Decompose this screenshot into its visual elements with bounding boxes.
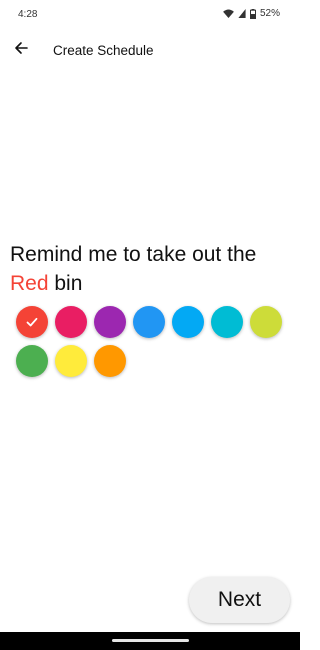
wifi-icon (223, 9, 234, 18)
navigation-bar (0, 632, 300, 650)
back-button[interactable] (10, 39, 32, 61)
color-swatch-yellow[interactable] (55, 345, 87, 377)
color-swatch-orange[interactable] (94, 345, 126, 377)
status-icons: 52% (223, 8, 280, 19)
color-swatch-red[interactable] (16, 306, 48, 338)
status-time: 4:28 (18, 9, 38, 20)
color-picker (16, 306, 291, 377)
headline-suffix: bin (54, 272, 83, 295)
color-swatch-lime[interactable] (250, 306, 282, 338)
reminder-headline: Remind me to take out the Red bin (10, 240, 295, 298)
color-swatch-pink[interactable] (55, 306, 87, 338)
page-title: Create Schedule (53, 43, 154, 58)
home-handle[interactable] (112, 639, 189, 642)
next-button[interactable]: Next (189, 577, 290, 623)
signal-icon (238, 9, 246, 18)
headline-prefix: Remind me to take out the (10, 243, 257, 266)
color-swatch-purple[interactable] (94, 306, 126, 338)
battery-icon (249, 8, 256, 19)
selected-color-word: Red (10, 272, 49, 295)
battery-percent: 52% (259, 8, 280, 19)
color-swatch-blue[interactable] (133, 306, 165, 338)
color-swatch-green[interactable] (16, 345, 48, 377)
color-swatch-cyan[interactable] (211, 306, 243, 338)
status-bar: 4:28 52% (0, 0, 300, 32)
color-swatch-light-blue[interactable] (172, 306, 204, 338)
checkmark-icon (25, 315, 39, 329)
app-bar: Create Schedule (0, 32, 300, 70)
arrow-left-icon (14, 41, 28, 60)
